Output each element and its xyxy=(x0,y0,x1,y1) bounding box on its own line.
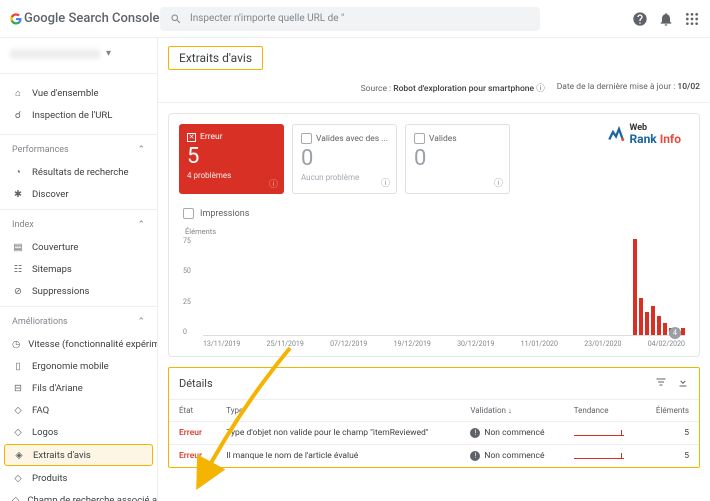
info-icon[interactable]: ⓘ xyxy=(536,84,545,94)
chevron-down-icon: ▾ xyxy=(106,48,111,59)
summary-panel: ✕Erreur 5 4 problèmes ⓘ Valides avec des… xyxy=(168,113,700,357)
chart-hidden-badge[interactable]: 4 xyxy=(669,327,681,339)
status-card-valid[interactable]: Valides 0 ⓘ xyxy=(405,124,510,194)
filter-icon[interactable] xyxy=(655,376,667,391)
info-icon[interactable]: ⓘ xyxy=(494,176,503,189)
search-icon xyxy=(168,11,184,27)
nav-sitemaps[interactable]: ☷Sitemaps xyxy=(0,258,157,280)
elements-chart: Éléments 75 50 25 0 4 13/11/201925/11/20… xyxy=(169,223,699,356)
main-content: Extraits d'avis Source : Robot d'explora… xyxy=(158,38,710,501)
pages-icon: ▤ xyxy=(12,241,24,253)
checkbox-icon xyxy=(183,208,194,219)
notifications-icon[interactable] xyxy=(658,11,674,27)
remove-icon: ⊘ xyxy=(12,285,24,297)
logo-icon: ◇ xyxy=(12,426,24,438)
review-icon: ◈ xyxy=(13,449,25,461)
breadcrumb-icon: ⊟ xyxy=(12,382,24,394)
sidebar: ▾ ⌂Vue d'ensemble ☌Inspection de l'URL P… xyxy=(0,38,158,501)
chevron-up-icon: ⌃ xyxy=(137,220,145,230)
url-inspect-search[interactable]: Inspecter n'importe quelle URL de " xyxy=(160,7,540,31)
meta-bar: Source : Robot d'exploration pour smartp… xyxy=(158,78,710,103)
nav-overview[interactable]: ⌂Vue d'ensemble xyxy=(0,82,157,104)
google-logo: Google Search Console xyxy=(10,11,159,26)
nav-review-snippets[interactable]: ◈Extraits d'avis xyxy=(4,444,153,466)
discover-icon: ✱ xyxy=(12,188,24,200)
product-name: Google Search Console xyxy=(24,11,159,26)
nav-breadcrumb[interactable]: ⊟Fils d'Ariane xyxy=(0,377,157,399)
property-selector[interactable]: ▾ xyxy=(0,44,157,69)
status-card-warning[interactable]: Valides avec des ... 0 Aucun problème ⓘ xyxy=(292,124,397,194)
checkbox-icon xyxy=(414,133,425,144)
sort-down-icon: ↓ xyxy=(508,406,512,415)
mobile-icon: ▯ xyxy=(12,360,24,372)
sitemap-icon: ☷ xyxy=(12,263,24,275)
nav-search-results[interactable]: ◔Résultats de recherche xyxy=(0,161,157,183)
section-performance[interactable]: Performances⌃ xyxy=(0,139,157,161)
speed-icon: ◷ xyxy=(12,338,20,350)
product-icon: ◇ xyxy=(12,472,24,484)
table-row[interactable]: ErreurIl manque le nom de l'article éval… xyxy=(169,445,699,468)
table-row[interactable]: ErreurType d'objet non valide pour le ch… xyxy=(169,422,699,445)
impressions-toggle[interactable]: Impressions xyxy=(169,204,699,223)
details-title: Détails xyxy=(179,377,213,390)
section-enhancements[interactable]: Améliorations⌃ xyxy=(0,311,157,333)
watermark-webrankinfo: WebRank Info xyxy=(607,124,689,145)
product-logo: Google Search Console xyxy=(10,11,160,26)
nav-removals[interactable]: ⊘Suppressions xyxy=(0,280,157,302)
nav-speed[interactable]: ◷Vitesse (fonctionnalité expérim... xyxy=(0,333,157,355)
chevron-up-icon: ⌃ xyxy=(137,145,145,155)
nav-discover[interactable]: ✱Discover xyxy=(0,183,157,205)
nav-sitelinks-search[interactable]: ◇Champ de recherche associé a... xyxy=(0,489,157,501)
details-table: État Type Validation ↓ Tendance Éléments… xyxy=(169,399,699,467)
nav-products[interactable]: ◇Produits xyxy=(0,467,157,489)
inspect-icon: ☌ xyxy=(12,109,24,121)
search-icon: ◇ xyxy=(12,494,19,501)
nav-logos[interactable]: ◇Logos xyxy=(0,421,157,443)
help-icon[interactable] xyxy=(632,11,648,27)
section-index[interactable]: Index⌃ xyxy=(0,214,157,236)
app-header: Google Search Console Inspecter n'import… xyxy=(0,0,710,38)
faq-icon: ◇ xyxy=(12,404,24,416)
crawler-source[interactable]: Robot d'exploration pour smartphone xyxy=(393,84,534,94)
search-placeholder: Inspecter n'importe quelle URL de " xyxy=(190,13,344,24)
info-icon[interactable]: ⓘ xyxy=(269,177,278,190)
chart-icon: ◔ xyxy=(12,166,24,178)
status-card-error[interactable]: ✕Erreur 5 4 problèmes ⓘ xyxy=(179,124,284,194)
nav-url-inspect[interactable]: ☌Inspection de l'URL xyxy=(0,104,157,126)
info-icon[interactable]: ⓘ xyxy=(381,176,390,189)
details-panel: Détails État Type Validation ↓ Tendance … xyxy=(168,367,700,468)
home-icon: ⌂ xyxy=(12,87,24,99)
nav-mobile[interactable]: ▯Ergonomie mobile xyxy=(0,355,157,377)
chevron-up-icon: ⌃ xyxy=(137,317,145,327)
checkbox-icon xyxy=(301,133,312,144)
download-icon[interactable] xyxy=(677,376,689,391)
apps-icon[interactable] xyxy=(684,11,700,27)
nav-faq[interactable]: ◇FAQ xyxy=(0,399,157,421)
page-title: Extraits d'avis xyxy=(168,46,263,70)
nav-coverage[interactable]: ▤Couverture xyxy=(0,236,157,258)
